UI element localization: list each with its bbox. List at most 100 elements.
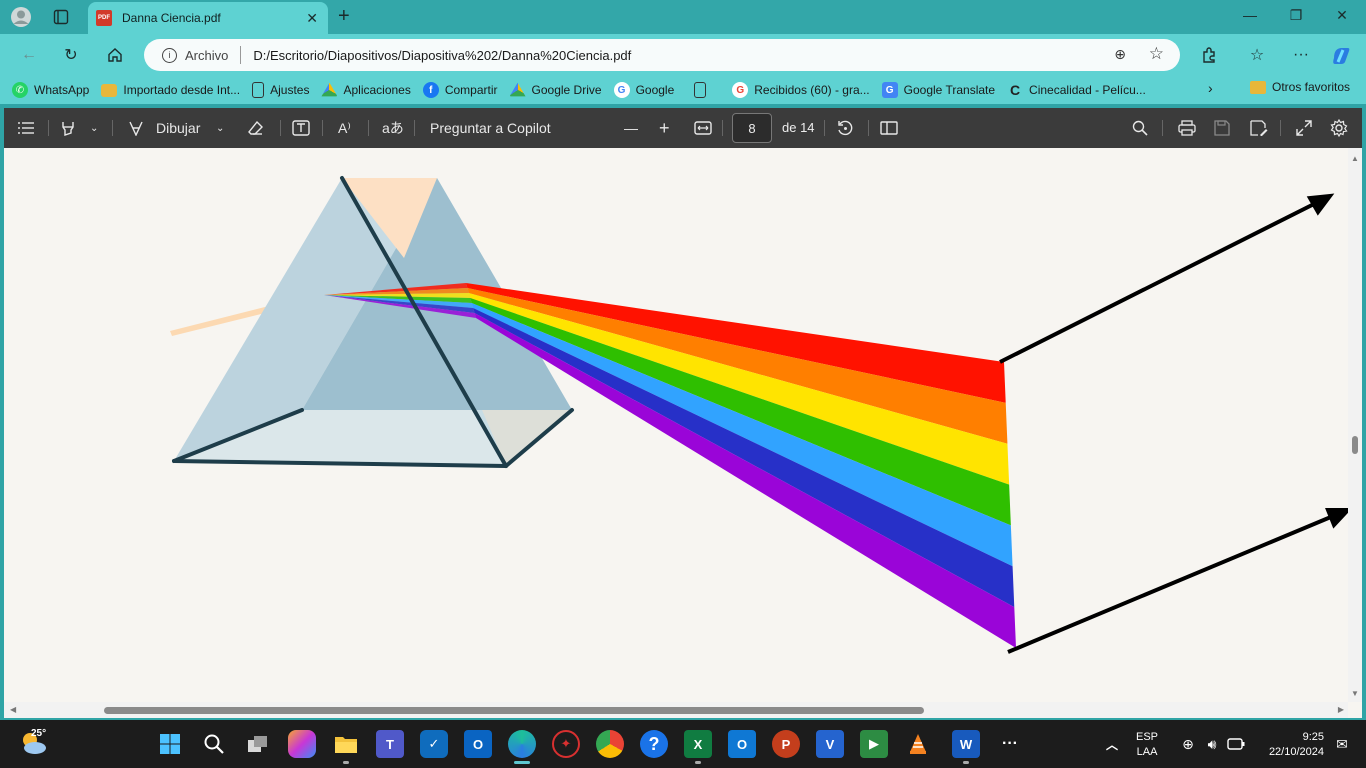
outlook-icon[interactable]: O — [464, 730, 492, 758]
outlook-new-icon[interactable]: O — [728, 730, 756, 758]
bookmark-label: Importado desde Int... — [123, 83, 241, 97]
favorite-star-icon[interactable]: ☆ — [1149, 44, 1164, 64]
draw-options-chevron-icon[interactable]: ⌄ — [216, 117, 224, 139]
address-bar[interactable]: i Archivo D:/Escritorio/Diapositivos/Dia… — [144, 39, 1180, 71]
copilot-icon[interactable] — [1330, 44, 1352, 66]
vertical-scrollbar[interactable]: ▲ ▼ — [1348, 148, 1362, 702]
word-icon[interactable]: W — [952, 730, 980, 758]
highlight-options-chevron-icon[interactable]: ⌄ — [90, 117, 98, 139]
language-secondary: LAA — [1136, 746, 1158, 758]
page-total: de 14 — [782, 120, 815, 135]
tab-danna-ciencia[interactable]: PDF Danna Ciencia.pdf ✕ — [88, 2, 328, 34]
zoom-out-icon[interactable]: — — [624, 117, 638, 139]
start-windows-icon[interactable] — [156, 730, 184, 758]
profile-icon[interactable] — [10, 6, 32, 28]
scroll-down-icon[interactable]: ▼ — [1351, 689, 1359, 698]
page-number-input[interactable] — [732, 113, 772, 143]
scroll-right-icon[interactable]: ▶ — [1338, 705, 1344, 714]
clock[interactable]: 9:25 22/10/2024 — [1258, 730, 1324, 760]
bookmark-item[interactable] — [694, 79, 712, 101]
bookmark-item[interactable]: Aplicaciones — [321, 79, 411, 101]
meet-icon[interactable]: ▶ — [860, 730, 888, 758]
draw-button[interactable]: Dibujar — [128, 117, 200, 139]
info-icon[interactable]: i — [162, 47, 177, 63]
add-text-icon[interactable] — [292, 117, 310, 139]
search-icon[interactable] — [1132, 117, 1148, 139]
new-tab-icon[interactable]: + — [338, 5, 350, 28]
chrome-icon[interactable] — [596, 730, 624, 758]
bookmark-label: Google — [635, 83, 675, 97]
back-icon[interactable]: ← — [18, 44, 40, 66]
bookmark-item[interactable]: G Google — [613, 79, 675, 101]
task-view-icon[interactable] — [244, 730, 272, 758]
settings-gear-icon[interactable] — [1330, 117, 1348, 139]
refresh-icon[interactable]: ↻ — [60, 44, 82, 66]
table-of-contents-icon[interactable] — [18, 117, 34, 139]
drive-icon — [509, 82, 526, 97]
excel-icon[interactable]: X — [684, 730, 712, 758]
bookmark-item[interactable]: G Google Translate — [881, 79, 995, 101]
scroll-up-icon[interactable]: ▲ — [1351, 154, 1359, 163]
bookmark-item[interactable]: G Recibidos (60) - gra... — [732, 79, 870, 101]
input-language[interactable]: ESP LAA — [1136, 730, 1158, 760]
horizontal-scrollbar[interactable]: ◀ ▶ — [4, 702, 1348, 718]
close-tab-icon[interactable]: ✕ — [306, 10, 318, 27]
minimize-icon[interactable]: — — [1238, 7, 1262, 23]
pdf-document-area[interactable]: ▲ ▼ ◀ ▶ — [4, 148, 1362, 718]
bookmark-item[interactable]: f Compartir — [422, 79, 498, 101]
battery-icon[interactable] — [1222, 730, 1250, 758]
fullscreen-icon[interactable] — [1296, 117, 1312, 139]
file-explorer-icon[interactable] — [332, 730, 360, 758]
horizontal-scroll-thumb[interactable] — [104, 707, 924, 714]
tab-actions-icon[interactable] — [50, 6, 72, 28]
translate-icon[interactable]: aあ — [382, 117, 404, 139]
edge-icon[interactable] — [508, 730, 536, 758]
bookmark-label: Cinecalidad - Pelícu... — [1029, 83, 1146, 97]
home-icon[interactable] — [104, 44, 126, 66]
save-as-icon[interactable] — [1250, 117, 1268, 139]
bookmark-label: Aplicaciones — [343, 83, 411, 97]
print-icon[interactable] — [1178, 117, 1196, 139]
page-view-icon[interactable] — [880, 117, 898, 139]
help-icon[interactable]: ? — [640, 730, 668, 758]
save-icon[interactable] — [1214, 117, 1230, 139]
bookmark-item[interactable]: Google Drive — [509, 79, 602, 101]
bookmark-label: Recibidos (60) - gra... — [754, 83, 870, 97]
vlc-icon[interactable] — [904, 730, 932, 758]
visio-icon[interactable]: V — [816, 730, 844, 758]
copilot-icon[interactable] — [288, 730, 316, 758]
todo-icon[interactable]: ✓ — [420, 730, 448, 758]
more-menu-icon[interactable]: ··· — [1290, 44, 1312, 66]
weather-temperature: 25° — [31, 728, 47, 739]
bookmark-item[interactable]: ✆ WhatsApp — [12, 79, 89, 101]
close-window-icon[interactable]: ✕ — [1330, 7, 1354, 24]
vertical-scroll-thumb[interactable] — [1352, 436, 1358, 454]
scroll-left-icon[interactable]: ◀ — [10, 705, 16, 714]
antivirus-icon[interactable]: ✦ — [552, 730, 580, 758]
powerpoint-icon[interactable]: P — [772, 730, 800, 758]
teams-icon[interactable]: T — [376, 730, 404, 758]
tray-chevron-up-icon[interactable]: ︿ — [1098, 730, 1126, 758]
bookmark-item[interactable]: C Cinecalidad - Pelícu... — [1007, 79, 1146, 101]
draw-label: Dibujar — [156, 120, 201, 136]
bookmark-item[interactable]: Importado desde Int... — [101, 79, 240, 101]
fit-width-icon[interactable] — [694, 117, 712, 139]
favorites-icon[interactable]: ☆ — [1246, 44, 1268, 66]
zoom-in-icon[interactable]: + — [659, 117, 670, 139]
other-favorites[interactable]: Otros favoritos — [1250, 80, 1350, 94]
taskbar: T ✓ O ✦ ? X O P V ▶ W ··· ︿ ⊕ 🔊︎ ✉ — [0, 720, 1366, 768]
eraser-icon[interactable] — [248, 117, 264, 139]
ask-copilot-button[interactable]: Preguntar a Copilot — [430, 117, 551, 139]
search-icon[interactable] — [200, 730, 228, 758]
address-url[interactable]: D:/Escritorio/Diapositivos/Diapositiva%2… — [253, 48, 631, 63]
highlight-icon[interactable] — [60, 117, 76, 139]
bookmark-item[interactable]: Ajustes — [252, 79, 309, 101]
zoom-icon[interactable]: ⊕ — [1114, 46, 1126, 63]
restore-icon[interactable]: ❐ — [1284, 7, 1308, 24]
notifications-icon[interactable]: ✉ — [1328, 730, 1356, 758]
read-aloud-icon[interactable]: A⁾ — [338, 117, 351, 139]
extensions-icon[interactable] — [1198, 44, 1220, 66]
bookmarks-overflow-chevron-icon[interactable]: › — [1208, 80, 1213, 96]
rotate-icon[interactable] — [836, 117, 854, 139]
more-apps-icon[interactable]: ··· — [996, 730, 1024, 758]
